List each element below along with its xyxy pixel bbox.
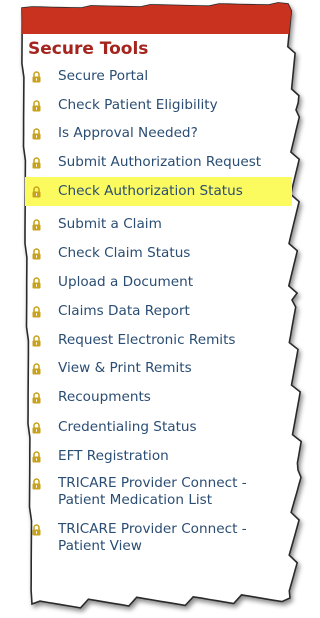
menu-item-8[interactable]: Upload a Document xyxy=(20,274,292,291)
lock-icon xyxy=(32,157,41,169)
menu-item-2[interactable]: Check Patient Eligibility xyxy=(20,97,292,114)
lock-icon xyxy=(32,451,41,463)
menu-item-label: View & Print Remits xyxy=(58,360,192,376)
lock-icon xyxy=(32,71,41,83)
lock-icon xyxy=(32,363,41,375)
lock-icon xyxy=(32,100,41,112)
menu-item-11[interactable]: View & Print Remits xyxy=(20,360,292,377)
menu-item-label-line2: Patient Medication List xyxy=(58,492,213,508)
lock-icon xyxy=(32,478,41,490)
menu-item-label: Submit Authorization Request xyxy=(58,154,262,170)
menu-item-label: Secure Portal xyxy=(58,68,149,84)
lock-icon xyxy=(32,306,41,318)
menu-item-4[interactable]: Submit Authorization Request xyxy=(20,154,292,171)
lock-icon xyxy=(32,128,41,140)
menu-item-label: Submit a Claim xyxy=(58,216,162,232)
menu-item-label: Check Claim Status xyxy=(58,245,191,261)
menu-item-label: Credentialing Status xyxy=(58,419,197,435)
menu-item-label: Claims Data Report xyxy=(58,303,190,319)
menu-item-label: Recoupments xyxy=(58,389,151,405)
menu-item-6[interactable]: Submit a Claim xyxy=(20,216,292,233)
menu-item-1[interactable]: Secure Portal xyxy=(20,68,292,85)
menu-item-7[interactable]: Check Claim Status xyxy=(20,245,292,262)
menu-item-label: Check Patient Eligibility xyxy=(58,97,218,113)
lock-icon xyxy=(32,422,41,434)
menu-item-label: EFT Registration xyxy=(58,448,169,464)
menu-item-3[interactable]: Is Approval Needed? xyxy=(20,125,292,142)
menu-item-14[interactable]: EFT Registration xyxy=(20,448,292,465)
lock-icon xyxy=(32,186,41,198)
menu-item-12[interactable]: Recoupments xyxy=(20,389,292,406)
menu-item-label: Is Approval Needed? xyxy=(58,125,198,141)
menu-item-13[interactable]: Credentialing Status xyxy=(20,419,292,436)
lock-icon xyxy=(32,248,41,260)
menu-item-label-line2: Patient View xyxy=(58,538,142,554)
menu-item-16[interactable]: TRICARE Provider Connect - Patient View xyxy=(20,521,292,555)
menu-item-5[interactable]: Check Authorization Status xyxy=(25,177,292,206)
menu-item-15[interactable]: TRICARE Provider Connect - Patient Medica… xyxy=(20,475,292,509)
lock-icon xyxy=(32,524,41,536)
menu-item-label: TRICARE Provider Connect - xyxy=(58,475,247,491)
lock-icon xyxy=(32,277,41,289)
menu-item-10[interactable]: Request Electronic Remits xyxy=(20,332,292,349)
lock-icon xyxy=(32,335,41,347)
lock-icon xyxy=(32,392,41,404)
menu-item-label: Check Authorization Status xyxy=(58,183,243,199)
secure-tools-menu: Secure Portal Check Patient Eligibility Is… xyxy=(20,68,292,555)
menu-item-9[interactable]: Claims Data Report xyxy=(20,303,292,320)
lock-icon xyxy=(32,219,41,231)
top-red-bar xyxy=(21,2,302,34)
section-title: Secure Tools xyxy=(28,39,149,59)
menu-item-label: Upload a Document xyxy=(58,274,194,290)
menu-item-label: Request Electronic Remits xyxy=(58,332,236,348)
menu-item-label: TRICARE Provider Connect - xyxy=(58,521,247,537)
